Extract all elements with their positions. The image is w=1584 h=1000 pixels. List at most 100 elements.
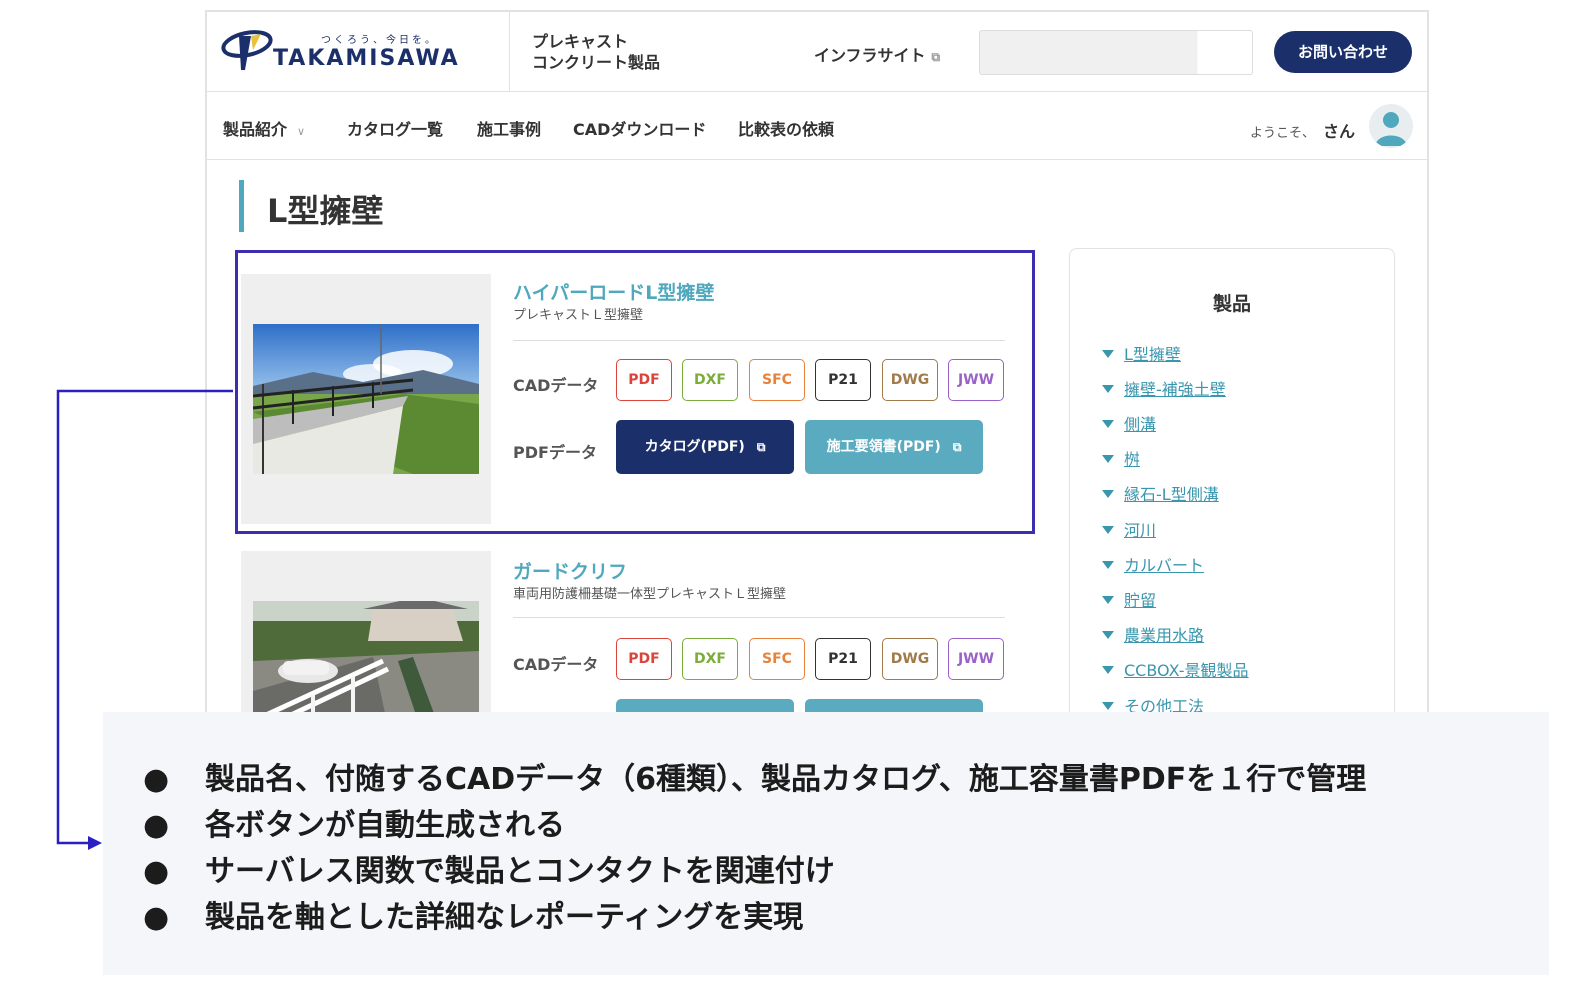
sidebar-item-l-wall[interactable]: L型擁壁 (1102, 341, 1181, 365)
cad-sfc-button[interactable]: SFC (749, 359, 805, 401)
triangle-down-icon (1102, 526, 1114, 534)
main-nav: 製品紹介 ∨ カタログ一覧 施工事例 CADダウンロード 比較表の依頼 ようこそ、… (207, 92, 1427, 160)
cad-p21-button[interactable]: P21 (815, 638, 871, 680)
sidebar-item-retaining-wall[interactable]: 擁壁-補強土壁 (1102, 376, 1226, 400)
product-subtitle: 車両用防護柵基礎一体型プレキャストＬ型擁壁 (513, 587, 787, 602)
sidebar-item-agri-channel[interactable]: 農業用水路 (1102, 622, 1204, 646)
logo-mark-icon (221, 30, 273, 70)
welcome-text: ようこそ、 さん (1250, 118, 1355, 142)
cad-dwg-button[interactable]: DWG (882, 638, 938, 680)
header-subtitle-line2: コンクリート製品 (532, 53, 661, 72)
bullet-dot-icon: ● (143, 854, 170, 889)
triangle-down-icon (1102, 420, 1114, 428)
cad-dwg-button[interactable]: DWG (882, 359, 938, 401)
catalog-pdf-button[interactable]: カタログ(PDF) ⧉ (616, 420, 794, 474)
product-image[interactable] (253, 324, 479, 474)
title-accent-bar (239, 180, 244, 232)
sidebar-item-gutter[interactable]: 側溝 (1102, 411, 1156, 435)
product-image[interactable] (253, 601, 479, 715)
cad-dxf-button[interactable]: DXF (682, 359, 738, 401)
feature-callout: ● 製品名、付随するCADデータ（6種類）、製品カタログ、施工容量書PDFを１行で… (103, 712, 1549, 975)
sidebar-item-label: 側溝 (1124, 415, 1157, 434)
construction-manual-pdf-button[interactable]: 施工要領書(PDF) ⧉ (805, 420, 983, 474)
bullet-dot-icon: ● (143, 900, 170, 935)
cad-jww-button[interactable]: JWW (948, 359, 1004, 401)
sidebar-item-ccbox[interactable]: CCBOX-景観製品 (1102, 657, 1249, 681)
cad-dxf-button[interactable]: DXF (682, 638, 738, 680)
cad-p21-button[interactable]: P21 (815, 359, 871, 401)
cad-data-label: CADデータ (513, 655, 599, 674)
cad-sfc-button[interactable]: SFC (749, 638, 805, 680)
nav-item-cases[interactable]: 施工事例 (477, 116, 541, 140)
nav-item-products[interactable]: 製品紹介 ∨ (223, 116, 305, 140)
triangle-down-icon (1102, 702, 1114, 710)
triangle-down-icon (1102, 666, 1114, 674)
external-link-icon: ⧉ (756, 440, 766, 454)
guard-cliff-photo (253, 601, 479, 715)
infra-site-label: インフラサイト (814, 46, 926, 65)
welcome-name: さん (1323, 122, 1356, 141)
sidebar-item-curb[interactable]: 縁石-L型側溝 (1102, 481, 1219, 505)
retaining-wall-photo (253, 324, 479, 474)
sidebar-item-label: L型擁壁 (1124, 345, 1181, 364)
callout-bullet-text: 各ボタンが自動生成される (205, 808, 565, 843)
bullet-dot-icon: ● (143, 808, 170, 843)
product-card-selected[interactable]: ハイパーロードL型擁壁 プレキャストＬ型擁壁 CADデータ PDF DXF SF… (235, 250, 1035, 534)
sidebar-item-culvert[interactable]: カルバート (1102, 552, 1204, 576)
cad-jww-button[interactable]: JWW (948, 638, 1004, 680)
sidebar-item-label: 農業用水路 (1124, 626, 1205, 645)
site-header: つくろう、今日を。 TAKAMISAWA プレキャスト コンクリート製品 インフ… (207, 12, 1427, 92)
takamisawa-logo[interactable]: つくろう、今日を。 TAKAMISAWA (221, 26, 491, 78)
page-title: L型擁壁 (267, 192, 384, 230)
avatar[interactable] (1369, 104, 1413, 148)
nav-item-cad-download[interactable]: CADダウンロード (573, 116, 706, 140)
cad-pdf-button[interactable]: PDF (616, 359, 672, 401)
nav-item-catalogs[interactable]: カタログ一覧 (347, 116, 443, 140)
callout-bullet-text: 製品を軸とした詳細なレポーティングを実現 (205, 900, 804, 935)
triangle-down-icon (1102, 350, 1114, 358)
product-name[interactable]: ハイパーロードL型擁壁 (513, 278, 714, 305)
callout-bullet: ● サーバレス関数で製品とコンタクトを関連付け (143, 846, 835, 890)
sidebar-item-label: 桝 (1124, 450, 1141, 469)
cad-pdf-button[interactable]: PDF (616, 638, 672, 680)
sidebar-item-river[interactable]: 河川 (1102, 517, 1156, 541)
sidebar-item-catch-basin[interactable]: 桝 (1102, 446, 1140, 470)
external-link-icon: ⧉ (952, 440, 962, 454)
arrow-head-icon (88, 836, 102, 850)
callout-bullet-text: 製品名、付随するCADデータ（6種類）、製品カタログ、施工容量書PDFを１行で管… (205, 762, 1367, 797)
cad-data-label: CADデータ (513, 376, 599, 395)
product-name[interactable]: ガードクリフ (513, 557, 627, 584)
divider (513, 617, 1005, 618)
catalog-pdf-label: カタログ(PDF) (644, 439, 745, 455)
divider (513, 340, 1005, 341)
search-input[interactable] (979, 30, 1253, 75)
chevron-down-icon: ∨ (297, 125, 306, 138)
triangle-down-icon (1102, 631, 1114, 639)
contact-button[interactable]: お問い合わせ (1274, 31, 1412, 73)
nav-item-comparison[interactable]: 比較表の依頼 (738, 116, 834, 140)
header-divider (509, 12, 510, 91)
callout-bullet-text: サーバレス関数で製品とコンタクトを関連付け (205, 854, 835, 889)
sidebar-item-label: 擁壁-補強土壁 (1124, 380, 1226, 399)
nav-item-products-label: 製品紹介 (223, 120, 288, 139)
product-subtitle: プレキャストＬ型擁壁 (513, 308, 644, 323)
sidebar-item-label: 河川 (1124, 521, 1157, 540)
logo-tagline: つくろう、今日を。 (321, 35, 438, 46)
construction-manual-pdf-label: 施工要領書(PDF) (826, 439, 941, 455)
header-subtitle-line1: プレキャスト (532, 32, 629, 51)
external-link-icon: ⧉ (931, 50, 941, 64)
welcome-prefix: ようこそ、 (1250, 126, 1316, 141)
bullet-dot-icon: ● (143, 762, 170, 797)
sidebar-item-label: カルバート (1124, 556, 1205, 575)
sidebar-item-storage[interactable]: 貯留 (1102, 587, 1156, 611)
callout-bullet: ● 製品を軸とした詳細なレポーティングを実現 (143, 892, 803, 936)
triangle-down-icon (1102, 385, 1114, 393)
callout-bullet: ● 各ボタンが自動生成される (143, 800, 565, 844)
user-icon (1375, 112, 1407, 146)
sidebar-item-label: 貯留 (1124, 591, 1157, 610)
infra-site-link[interactable]: インフラサイト ⧉ (814, 42, 940, 66)
product-card[interactable]: ガードクリフ 車両用防護柵基礎一体型プレキャストＬ型擁壁 CADデータ PDF … (235, 529, 1035, 715)
triangle-down-icon (1102, 455, 1114, 463)
triangle-down-icon (1102, 561, 1114, 569)
sidebar-item-label: CCBOX-景観製品 (1124, 661, 1249, 680)
